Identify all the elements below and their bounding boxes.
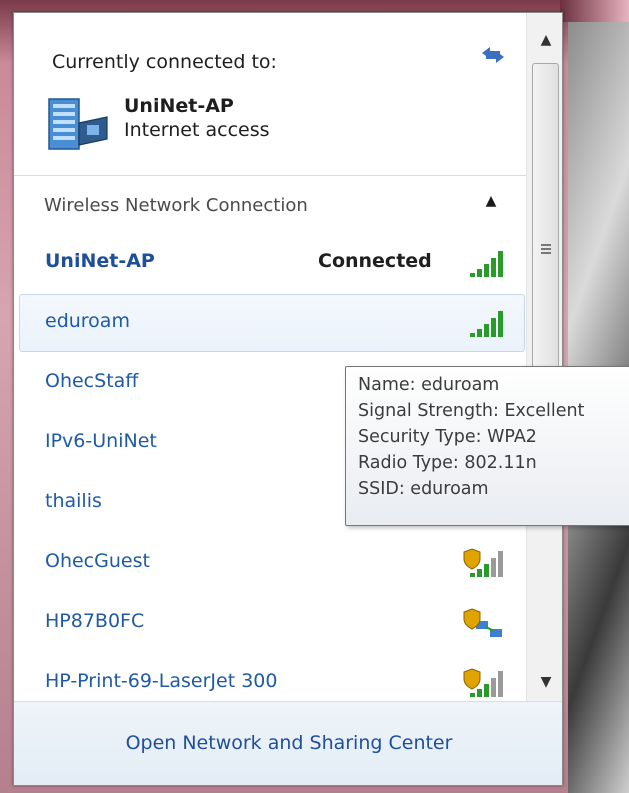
window-frame-accent: [560, 0, 629, 22]
signal-strength-icon: [470, 311, 503, 337]
adhoc-network-icon: [463, 608, 502, 637]
network-name: thailis: [45, 490, 102, 512]
network-name: HP-Print-69-LaserJet 300: [45, 670, 278, 692]
connected-network-status: Internet access: [124, 119, 270, 141]
network-name: UniNet-AP: [45, 250, 155, 272]
refresh-icon[interactable]: [478, 39, 508, 69]
tooltip-signal-strength: Signal Strength: Excellent: [358, 401, 585, 421]
current-connection-section: Currently connected to: UniNet-AP Intern…: [14, 13, 526, 176]
network-item-eduroam[interactable]: eduroam: [19, 294, 525, 352]
tooltip-name: Name: eduroam: [358, 375, 500, 395]
network-computer-icon: [48, 98, 108, 150]
connected-network-name: UniNet-AP: [124, 95, 234, 117]
wireless-section-label: Wireless Network Connection: [44, 195, 308, 216]
tooltip-security-type: Security Type: WPA2: [358, 427, 537, 447]
tooltip-ssid: SSID: eduroam: [358, 479, 489, 499]
chevron-up-icon[interactable]: ▲: [481, 193, 501, 213]
scroll-down-button[interactable]: ▼: [531, 665, 561, 699]
network-tooltip: Name: eduroam Signal Strength: Excellent…: [345, 366, 629, 526]
scroll-up-button[interactable]: ▲: [531, 23, 561, 57]
signal-strength-icon: [463, 668, 503, 697]
network-item-uninet-ap[interactable]: UniNet-AP Connected: [19, 234, 525, 292]
network-item-ohecguest[interactable]: OhecGuest: [19, 534, 525, 592]
network-item-hp87b0fc[interactable]: HP87B0FC: [19, 594, 525, 652]
signal-strength-icon: [470, 251, 503, 277]
open-network-sharing-center-link[interactable]: Open Network and Sharing Center: [14, 732, 562, 754]
network-name: OhecGuest: [45, 550, 150, 572]
network-name: eduroam: [45, 310, 130, 332]
signal-strength-icon: [463, 548, 503, 577]
scrollbar[interactable]: ▲ ▼: [526, 13, 562, 701]
footer: Open Network and Sharing Center: [14, 701, 562, 785]
network-name: IPv6-UniNet: [45, 430, 157, 452]
tooltip-radio-type: Radio Type: 802.11n: [358, 453, 537, 473]
network-name: HP87B0FC: [45, 610, 145, 632]
connected-title: Currently connected to:: [52, 51, 277, 73]
scroll-grip-icon: [541, 244, 551, 254]
network-status: Connected: [318, 250, 432, 272]
network-name: OhecStaff: [45, 370, 139, 392]
